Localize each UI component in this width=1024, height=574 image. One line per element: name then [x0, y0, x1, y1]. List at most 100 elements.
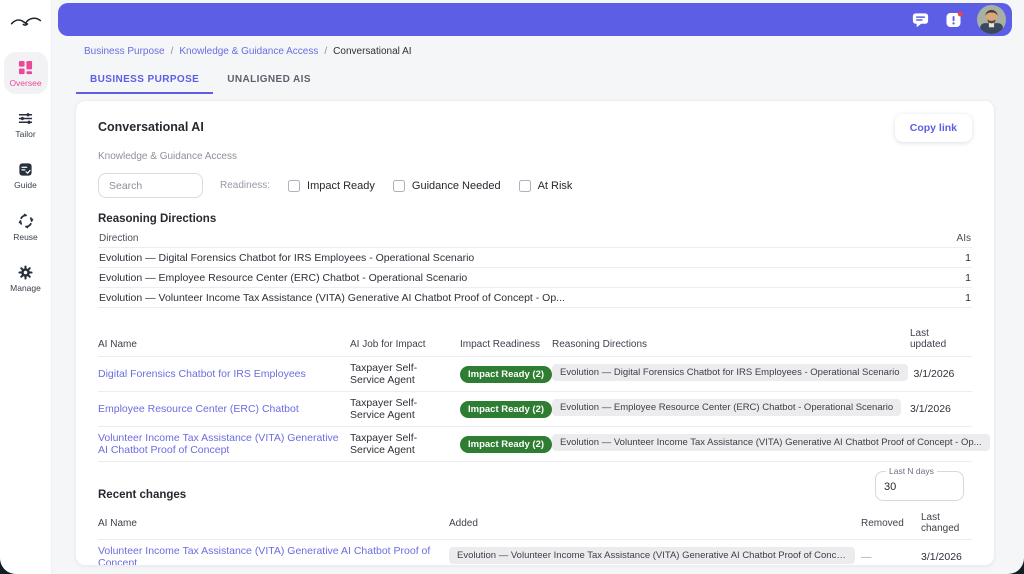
table-row[interactable]: Evolution — Employee Resource Center (ER… [98, 268, 972, 288]
last-updated-date: 3/1/2026 [910, 403, 951, 415]
impact-readiness-badge: Impact Ready (2) [460, 365, 553, 383]
table-row[interactable]: Evolution — Volunteer Income Tax Assista… [98, 288, 972, 308]
breadcrumb-separator: / [170, 46, 174, 57]
column-header-removed: Removed [861, 517, 904, 529]
column-header-ai-name: AI Name [98, 339, 137, 350]
ai-name-link[interactable]: Volunteer Income Tax Assistance (VITA) G… [98, 545, 430, 565]
notification-icon[interactable] [944, 10, 964, 30]
ai-job-text: Taxpayer Self-Service Agent [350, 397, 418, 421]
breadcrumb-separator: / [324, 46, 328, 57]
table-row: Digital Forensics Chatbot for IRS Employ… [98, 357, 972, 392]
sliders-icon [18, 111, 33, 126]
sidebar: Oversee Tailor Guide Reuse Manage [0, 0, 52, 574]
ais-count: 1 [965, 291, 971, 304]
sidebar-item-tailor[interactable]: Tailor [4, 103, 48, 145]
recent-changes-table: AI Name Added Removed Last changed Volun… [98, 507, 972, 565]
readiness-filter-group: Readiness: Impact Ready Guidance Needed … [220, 179, 573, 192]
message-icon[interactable] [910, 10, 930, 30]
top-bar [58, 3, 1012, 36]
column-header-impact-readiness: Impact Readiness [460, 339, 541, 350]
sidebar-item-oversee[interactable]: Oversee [3, 52, 48, 94]
app-window: Oversee Tailor Guide Reuse Manage Busine… [0, 0, 1024, 574]
conversational-ai-card: Conversational AI Copy link Knowledge & … [75, 100, 995, 566]
dashboard-icon [18, 60, 33, 75]
column-header-last-updated: Last updated [910, 328, 947, 350]
readiness-checkbox-impact-ready[interactable]: Impact Ready [288, 179, 375, 192]
table-row: Volunteer Income Tax Assistance (VITA) G… [98, 540, 972, 565]
tab-unaligned-ais[interactable]: UNALIGNED AIS [213, 66, 325, 94]
sidebar-item-label: Reuse [13, 232, 38, 242]
ai-name-link[interactable]: Digital Forensics Chatbot for IRS Employ… [98, 368, 306, 380]
breadcrumb-current: Conversational AI [333, 46, 412, 57]
page-subtitle: Knowledge & Guidance Access [98, 151, 237, 162]
column-header-reasoning-directions: Reasoning Directions [552, 339, 648, 350]
main-content: Business Purpose / Knowledge & Guidance … [52, 0, 1024, 574]
reasoning-direction-chip: Evolution — Volunteer Income Tax Assista… [552, 434, 990, 451]
ai-table: AI Name AI Job for Impact Impact Readine… [98, 321, 990, 462]
column-header-last-changed: Last changed [921, 512, 960, 534]
breadcrumb: Business Purpose / Knowledge & Guidance … [84, 46, 412, 57]
recent-changes-heading: Recent changes [98, 489, 187, 501]
last-n-days-input[interactable] [884, 481, 955, 493]
direction-text: Evolution — Volunteer Income Tax Assista… [99, 291, 565, 304]
ai-job-text: Taxpayer Self-Service Agent [350, 432, 418, 456]
ais-count: 1 [965, 251, 971, 264]
table-row[interactable]: Evolution — Digital Forensics Chatbot fo… [98, 248, 972, 268]
column-header-ai-name: AI Name [98, 517, 137, 529]
sidebar-item-guide[interactable]: Guide [4, 154, 48, 196]
sidebar-item-label: Manage [10, 283, 41, 293]
ai-name-link[interactable]: Employee Resource Center (ERC) Chatbot [98, 403, 299, 415]
last-updated-date: 3/1/2026 [913, 368, 955, 380]
ais-count: 1 [965, 271, 971, 284]
sidebar-item-label: Guide [14, 180, 37, 190]
direction-text: Evolution — Digital Forensics Chatbot fo… [99, 251, 475, 264]
tab-business-purpose[interactable]: BUSINESS PURPOSE [76, 66, 214, 94]
table-header-row: AI Name AI Job for Impact Impact Readine… [98, 321, 972, 357]
breadcrumb-knowledge-guidance-access[interactable]: Knowledge & Guidance Access [179, 46, 318, 57]
checkbox-label: Impact Ready [307, 179, 375, 192]
gear-icon [18, 265, 33, 280]
column-header-ai-job: AI Job for Impact [350, 339, 426, 350]
added-direction-chip: Evolution — Volunteer Income Tax Assista… [449, 547, 855, 564]
tab-bar: BUSINESS PURPOSE UNALIGNED AIS [76, 66, 325, 94]
table-header-row: AI Name Added Removed Last changed [98, 507, 972, 540]
checkbox-label: Guidance Needed [411, 179, 501, 192]
table-row: Employee Resource Center (ERC) Chatbot T… [98, 392, 972, 427]
table-row: Volunteer Income Tax Assistance (VITA) G… [98, 427, 990, 462]
reasoning-direction-chip: Evolution — Digital Forensics Chatbot fo… [552, 364, 908, 381]
direction-text: Evolution — Employee Resource Center (ER… [99, 271, 468, 284]
column-header-added: Added [449, 517, 478, 529]
reasoning-directions-heading: Reasoning Directions [98, 213, 217, 225]
checkbox-label: At Risk [537, 179, 573, 192]
sidebar-item-label: Tailor [15, 129, 36, 139]
ai-job-text: Taxpayer Self-Service Agent [350, 362, 418, 386]
app-logo[interactable] [0, 0, 51, 42]
ai-name-link[interactable]: Volunteer Income Tax Assistance (VITA) G… [98, 432, 339, 456]
last-n-days-label: Last N days [889, 466, 934, 476]
removed-value: — [861, 551, 872, 563]
last-n-days-field: Last N days [875, 466, 964, 501]
user-avatar[interactable] [977, 5, 1006, 34]
checkbox-icon [518, 179, 531, 192]
impact-readiness-badge: Impact Ready (2) [460, 400, 553, 418]
reasoning-directions-table: Direction AIs Evolution — Digital Forens… [98, 230, 972, 308]
sidebar-item-label: Oversee [9, 78, 42, 88]
search-input[interactable] [98, 173, 203, 198]
sidebar-item-reuse[interactable]: Reuse [4, 205, 48, 248]
readiness-checkbox-guidance-needed[interactable]: Guidance Needed [392, 179, 501, 192]
checklist-icon [18, 162, 33, 177]
checkbox-icon [392, 179, 405, 192]
readiness-label: Readiness: [220, 180, 271, 191]
readiness-checkbox-at-risk[interactable]: At Risk [518, 179, 573, 192]
column-header-ais: AIs [956, 233, 971, 244]
reasoning-direction-chip: Evolution — Employee Resource Center (ER… [552, 399, 902, 416]
breadcrumb-business-purpose[interactable]: Business Purpose [84, 46, 165, 57]
checkbox-icon [288, 179, 301, 192]
sidebar-item-manage[interactable]: Manage [4, 257, 48, 299]
page-title: Conversational AI [98, 120, 204, 134]
table-header-row: Direction AIs [98, 230, 972, 248]
recycle-icon [18, 213, 34, 229]
column-header-direction: Direction [99, 233, 139, 244]
copy-link-button[interactable]: Copy link [894, 114, 972, 142]
last-changed-date: 3/1/2026 [921, 551, 962, 563]
